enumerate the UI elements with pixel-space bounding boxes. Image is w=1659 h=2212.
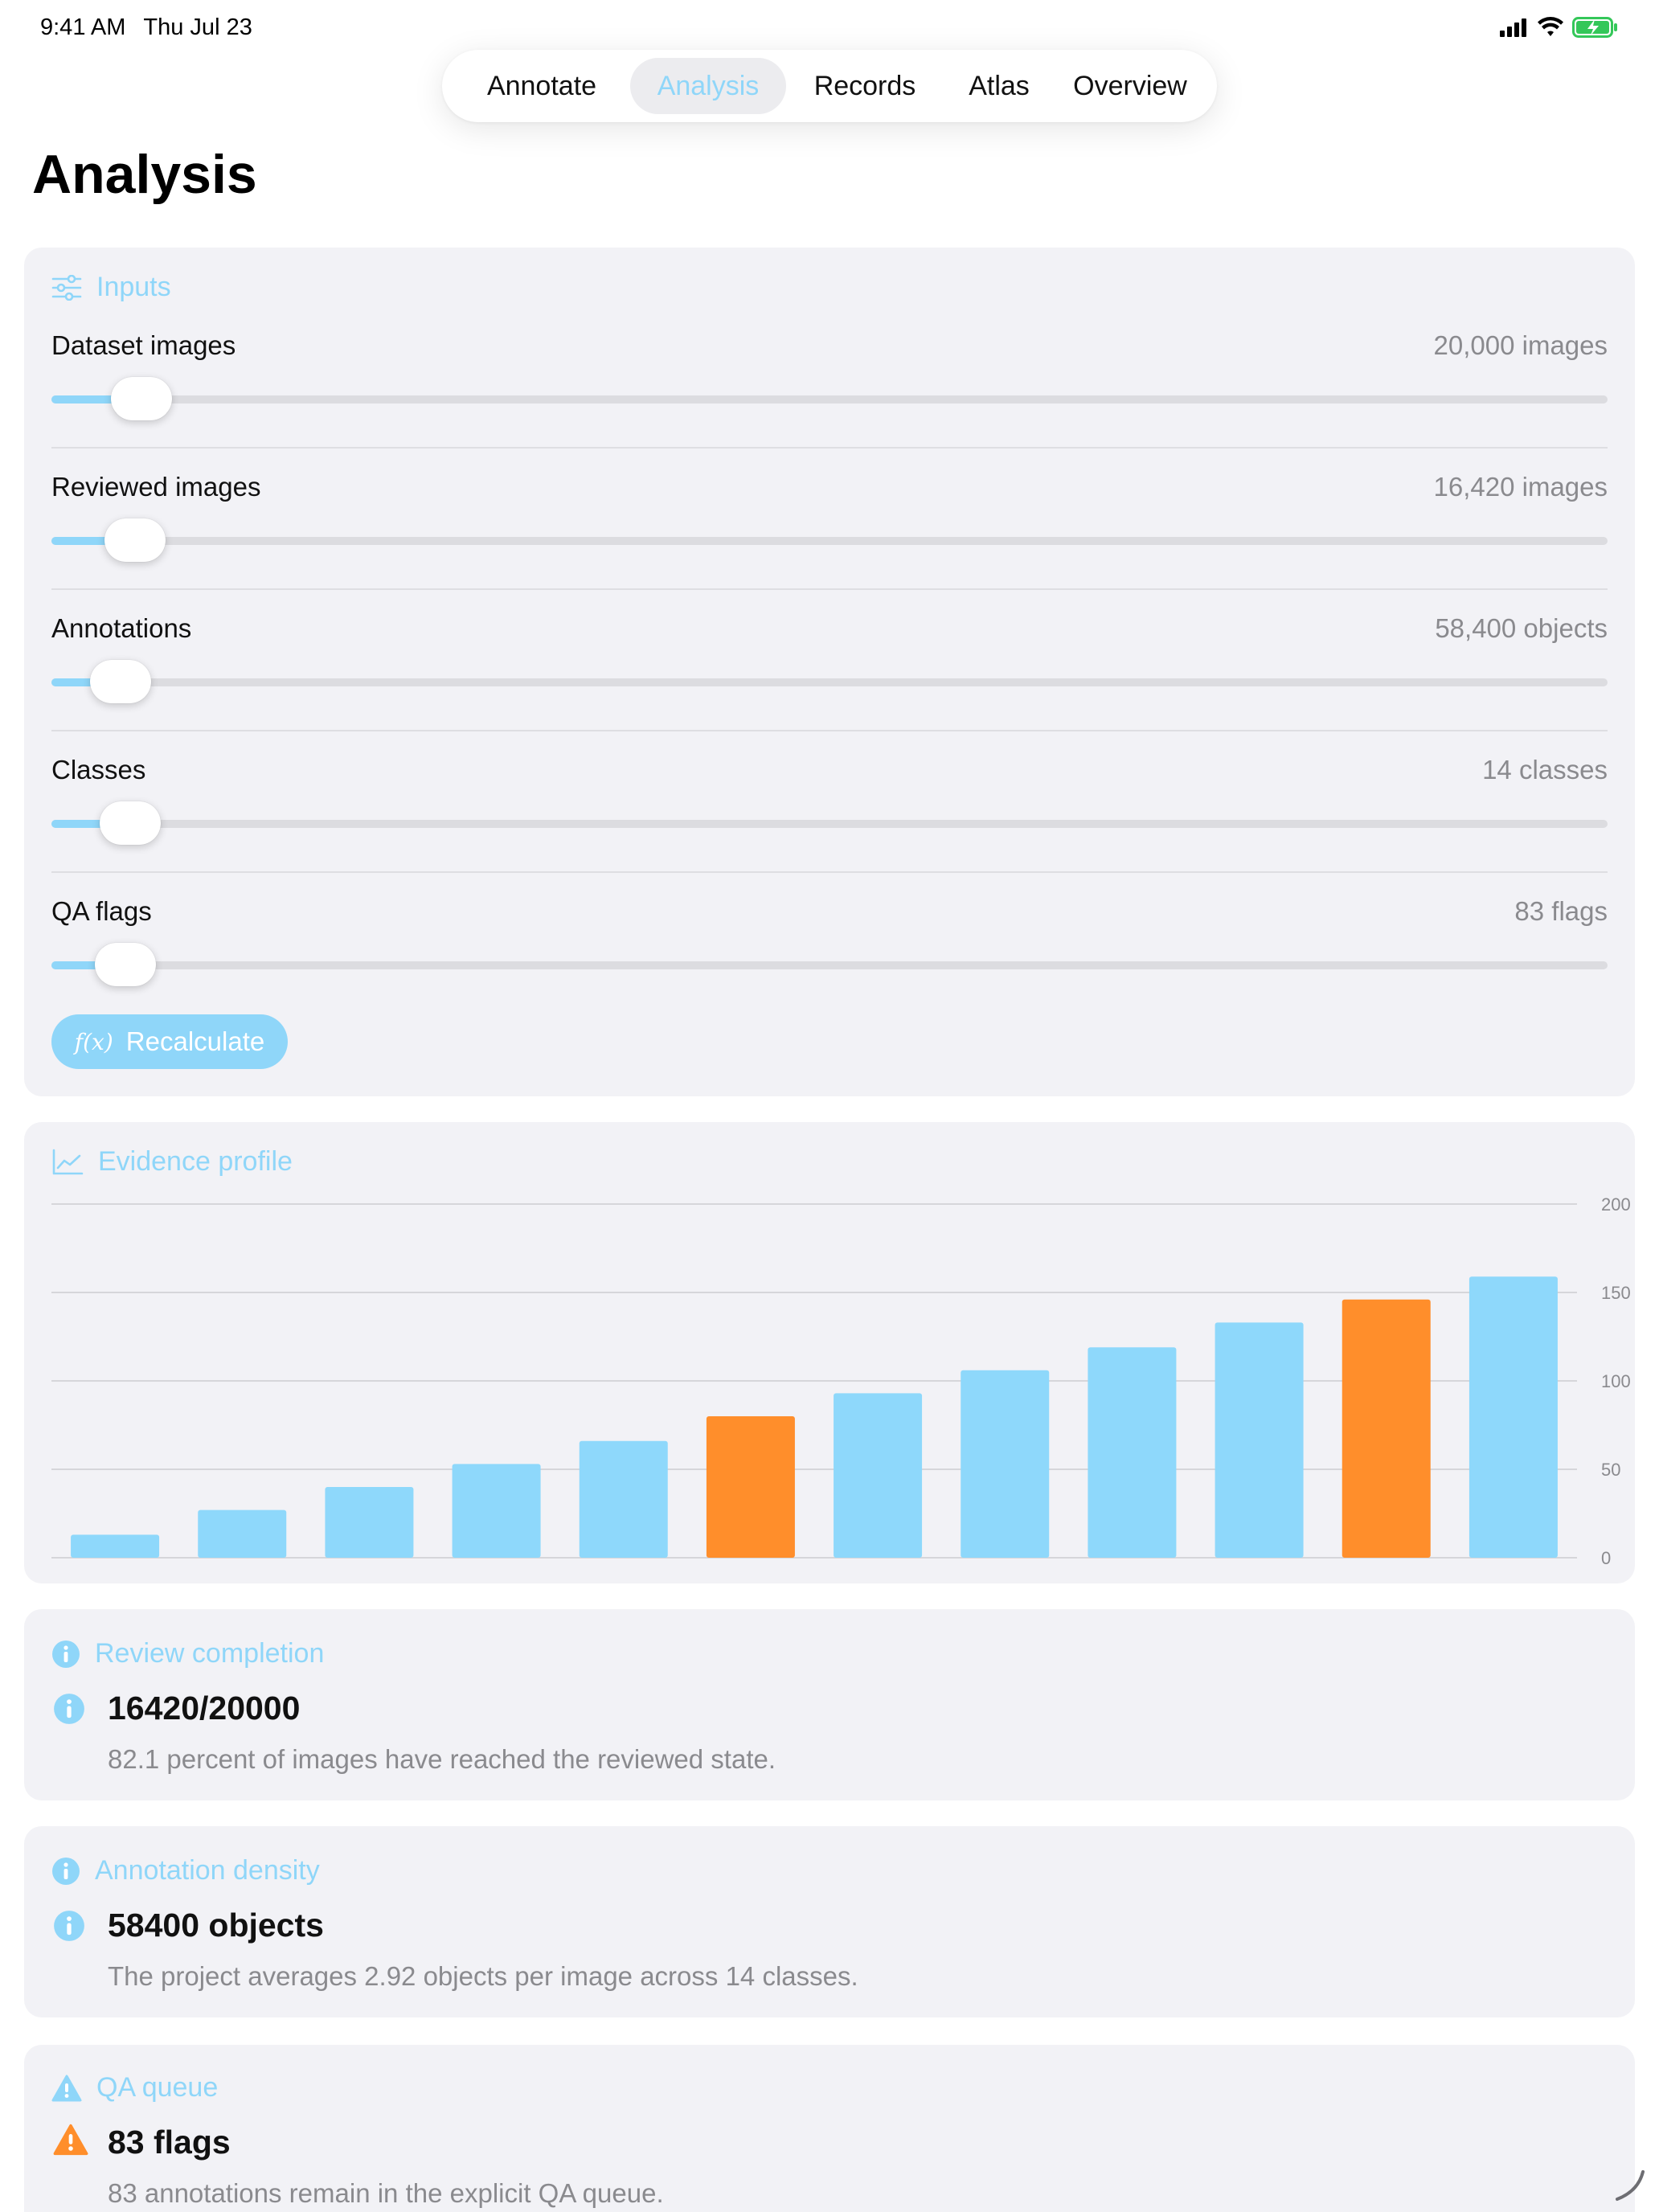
annotation-density-header: Annotation density [51,1855,320,1886]
review-completion-value: 16420/20000 [108,1690,301,1727]
warning-icon [51,2075,82,2101]
y-tick-label: 50 [1601,1460,1620,1480]
chart-bar [452,1464,541,1558]
page-title: Analysis [32,144,257,205]
slider-thumb[interactable] [104,518,166,562]
qa-queue-header-label: QA queue [96,2072,219,2103]
evidence-bar-chart: 0 50 100 150 200 [51,1194,1631,1568]
chart-bar [1342,1299,1431,1558]
review-completion-header: Review completion [51,1638,324,1669]
y-tick-label: 200 [1601,1194,1631,1215]
slider-value-annotations: 58,400 objects [1435,613,1608,643]
slider-label-reviewed-images: Reviewed images [51,472,261,502]
info-icon [52,1640,80,1668]
slider-thumb[interactable] [110,377,172,420]
scroll-indicator-icon [1616,2170,1645,2201]
slider-label-qa-flags: QA flags [51,896,152,926]
slider-value-reviewed-images: 16,420 images [1433,472,1608,502]
slider-value-qa-flags: 83 flags [1514,896,1608,926]
chart-bar [198,1509,287,1558]
divider [51,871,1608,873]
inputs-header-label: Inputs [96,272,171,302]
tab-records[interactable]: Records [786,58,944,114]
slider-value-classes: 14 classes [1482,755,1608,784]
chart-bar [706,1416,795,1558]
function-icon: f(x) [74,1028,113,1055]
chart-bar [1469,1276,1558,1558]
slider-thumb[interactable] [95,943,157,986]
chart-bar [961,1370,1050,1558]
annotation-density-description: The project averages 2.92 objects per im… [108,1961,858,1991]
slider-label-dataset-images: Dataset images [51,330,236,360]
info-icon [54,1694,84,1724]
evidence-profile-card: Evidence profile 0 50 100 150 200 [24,1122,1635,1583]
slider-thumb[interactable] [100,801,162,845]
y-tick-label: 150 [1601,1283,1631,1303]
info-icon [54,1911,84,1941]
review-completion-header-label: Review completion [95,1638,325,1669]
qa-queue-card: QA queue 83 flags 83 annotations remain … [24,2045,1635,2212]
slider-thumb[interactable] [90,660,152,703]
chart-bar [325,1487,414,1558]
divider [51,447,1608,449]
qa-flags-slider[interactable] [51,943,1608,986]
chart-bar [1215,1322,1304,1558]
warning-icon [53,2124,88,2156]
annotation-density-value: 58400 objects [108,1907,324,1944]
classes-slider[interactable] [51,801,1608,845]
cellular-signal-icon [1500,18,1526,37]
analysis-screen: 9:41 AM Thu Jul 23 Annotate Analysis Rec… [0,0,1659,2212]
qa-queue-header: QA queue [51,2072,218,2103]
annotations-slider[interactable] [51,660,1608,703]
chart-bar [579,1440,668,1558]
battery-charging-icon [1572,17,1617,38]
tab-atlas[interactable]: Atlas [944,58,1055,114]
slider-label-classes: Classes [51,755,146,784]
divider [51,588,1608,590]
tab-analysis[interactable]: Analysis [630,58,786,114]
status-bar: 9:41 AM Thu Jul 23 [40,11,1619,43]
qa-queue-description: 83 annotations remain in the explicit QA… [108,2178,664,2208]
dataset-images-slider[interactable] [51,377,1608,420]
divider [51,730,1608,731]
info-icon [52,1857,80,1885]
review-completion-description: 82.1 percent of images have reached the … [108,1744,776,1774]
recalculate-button[interactable]: f(x) Recalculate [51,1014,288,1069]
reviewed-images-slider[interactable] [51,518,1608,562]
status-date: Thu Jul 23 [143,14,252,40]
annotation-density-card: Annotation density 58400 objects The pro… [24,1826,1635,2017]
status-time: 9:41 AM [40,14,126,40]
chart-bar [1088,1347,1177,1558]
recalculate-label: Recalculate [125,1026,265,1056]
sliders-icon [51,274,82,301]
inputs-header: Inputs [51,272,171,303]
y-tick-label: 0 [1601,1548,1611,1568]
top-tab-bar: Annotate Analysis Records Atlas Overview [442,50,1217,122]
slider-value-dataset-images: 20,000 images [1433,330,1608,360]
slider-label-annotations: Annotations [51,613,192,643]
inputs-card: Inputs Dataset images 20,000 images Revi… [24,248,1635,1096]
tab-annotate[interactable]: Annotate [453,58,630,114]
review-completion-card: Review completion 16420/20000 82.1 perce… [24,1609,1635,1800]
wifi-icon [1538,17,1563,36]
chart-bar [834,1393,923,1558]
y-tick-label: 100 [1601,1371,1631,1391]
annotation-density-header-label: Annotation density [95,1855,320,1886]
chart-bar [71,1534,160,1558]
tab-overview[interactable]: Overview [1055,58,1206,114]
qa-queue-value: 83 flags [108,2124,231,2161]
